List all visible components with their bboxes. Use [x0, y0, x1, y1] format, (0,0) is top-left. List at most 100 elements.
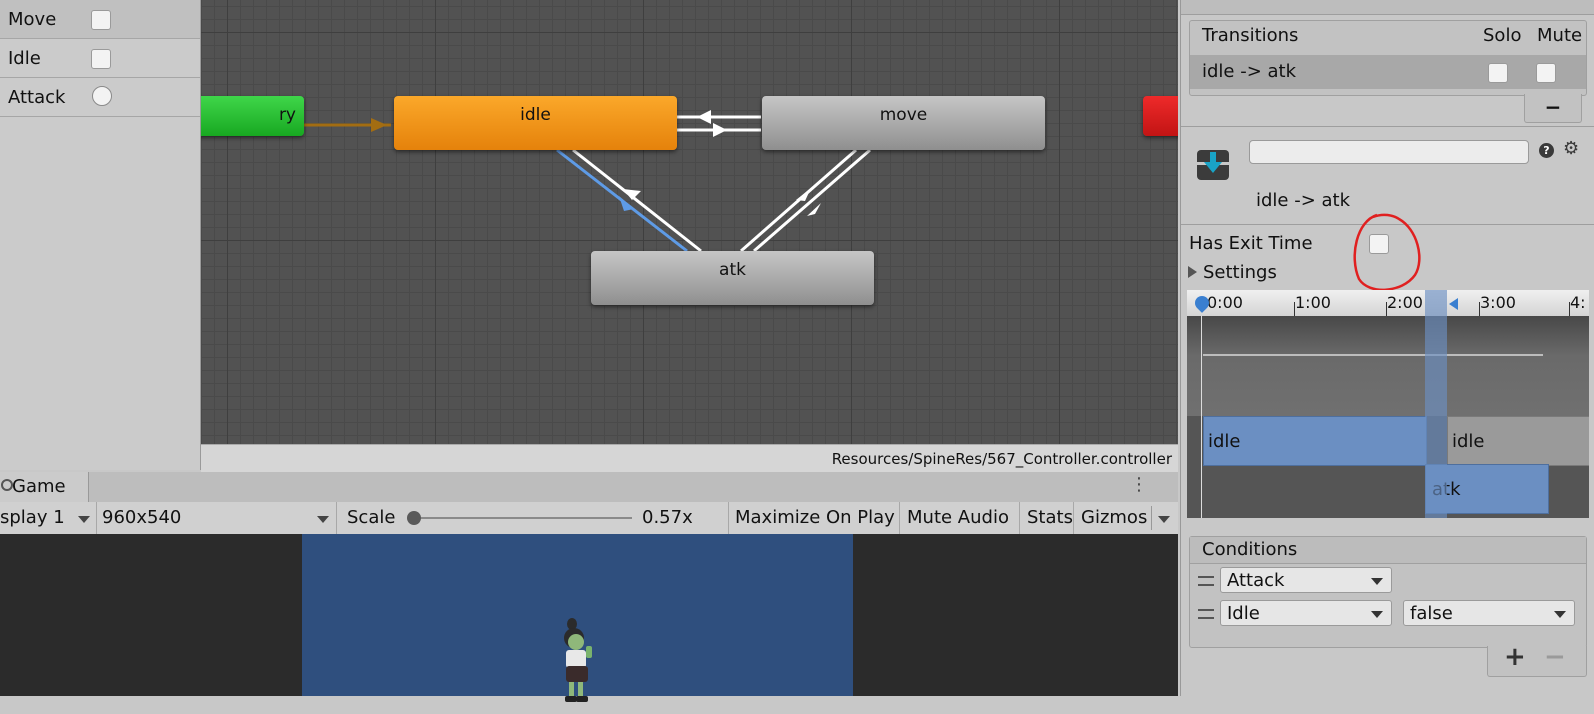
- chevron-down-icon: [78, 516, 90, 523]
- condition-value: false: [1410, 603, 1453, 624]
- conditions-footer: + −: [1487, 642, 1587, 677]
- conditions-header: Conditions: [1202, 539, 1298, 560]
- mute-audio-button[interactable]: Mute Audio: [901, 502, 1020, 534]
- inspector-top-strip: [1181, 0, 1594, 15]
- condition-value-dropdown[interactable]: false: [1403, 600, 1575, 626]
- resolution-value: 960x540: [102, 507, 182, 528]
- chevron-down-icon: [1158, 516, 1170, 523]
- transitions-header: Transitions: [1202, 25, 1299, 46]
- more-options-icon[interactable]: ⋮: [1130, 476, 1148, 494]
- transition-timeline[interactable]: 0:00 1:00 2:00 3:00 4: idle idle atk: [1187, 290, 1589, 518]
- transition-asset-icon: [1197, 150, 1229, 180]
- gizmos-label: Gizmos: [1081, 507, 1148, 528]
- parameter-row-idle[interactable]: Idle: [0, 39, 200, 78]
- source-clip-label: idle: [1208, 431, 1241, 452]
- gear-icon[interactable]: ⚙: [1563, 140, 1579, 158]
- timeline-ruler: 0:00 1:00 2:00 3:00 4:: [1187, 290, 1589, 316]
- expand-triangle-icon[interactable]: [1188, 266, 1197, 278]
- settings-foldout[interactable]: Settings: [1203, 262, 1277, 283]
- state-label: move: [879, 105, 928, 125]
- weight-curve: [1203, 354, 1543, 356]
- animator-graph[interactable]: ry idle move atk: [201, 0, 1178, 444]
- parameter-bool-checkbox[interactable]: [91, 49, 111, 69]
- scale-slider-thumb[interactable]: [407, 511, 421, 525]
- add-condition-button[interactable]: +: [1504, 642, 1526, 672]
- maximize-label: Maximize On Play: [735, 507, 895, 528]
- mute-checkbox[interactable]: [1536, 63, 1556, 83]
- gizmos-dropdown[interactable]: Gizmos: [1075, 502, 1178, 534]
- transition-title: idle -> atk: [1256, 190, 1351, 211]
- timeline-curve-area: [1187, 316, 1589, 416]
- stats-button[interactable]: Stats: [1021, 502, 1074, 534]
- state-label: idle: [520, 105, 551, 125]
- help-icon[interactable]: ?: [1539, 143, 1554, 158]
- parameter-row-move[interactable]: Move: [0, 0, 200, 39]
- divider: [1181, 126, 1594, 127]
- parameters-panel: Move Idle Attack: [0, 0, 201, 470]
- solo-header: Solo: [1483, 25, 1522, 46]
- red-circle-annotation: [1353, 213, 1421, 292]
- remove-transition-button[interactable]: −: [1524, 94, 1582, 123]
- transition-row-label: idle -> atk: [1202, 61, 1297, 82]
- drag-handle-icon[interactable]: [1198, 609, 1214, 619]
- tick-label: 4:: [1570, 293, 1586, 312]
- parameter-bool-checkbox[interactable]: [91, 10, 111, 30]
- conditions-header-bar: Conditions: [1190, 537, 1586, 564]
- next-clip-label: idle: [1452, 431, 1485, 452]
- chevron-down-icon: [1371, 611, 1383, 618]
- transition-row[interactable]: idle -> atk: [1190, 55, 1586, 89]
- character-sprite: [564, 618, 592, 702]
- inspector-panel: Transitions Solo Mute idle -> atk − ? ⚙ …: [1180, 0, 1594, 696]
- remove-symbol: −: [1544, 95, 1562, 119]
- transition-end-marker-icon[interactable]: [1449, 298, 1458, 310]
- condition-param-dropdown[interactable]: Attack: [1220, 567, 1392, 593]
- display-dropdown[interactable]: splay 1: [0, 502, 97, 534]
- next-clip-bar[interactable]: idle: [1447, 416, 1589, 466]
- game-tab-bar: ⋮: [0, 472, 1178, 503]
- source-clip-bar[interactable]: idle: [1203, 416, 1427, 466]
- tick-mark: [1569, 302, 1570, 316]
- scale-value: 0.57x: [642, 507, 693, 528]
- condition-param-dropdown[interactable]: Idle: [1220, 600, 1392, 626]
- mute-label: Mute Audio: [907, 507, 1009, 528]
- game-toolbar: splay 1 960x540 Scale 0.57x Maximize On …: [0, 502, 1178, 535]
- tick-mark: [1294, 302, 1295, 316]
- transitions-list: Transitions Solo Mute idle -> atk: [1189, 20, 1587, 96]
- remove-condition-button[interactable]: −: [1544, 642, 1566, 672]
- resolution-dropdown[interactable]: 960x540: [97, 502, 337, 534]
- state-atk[interactable]: atk: [591, 251, 874, 305]
- transition-lines: [304, 110, 871, 253]
- entry-state[interactable]: ry: [201, 96, 304, 136]
- chevron-down-icon: [1371, 578, 1383, 585]
- parameter-name: Move: [8, 9, 57, 30]
- any-state[interactable]: [1143, 96, 1178, 136]
- scale-slider-track[interactable]: [414, 517, 632, 519]
- tick-label: 1:00: [1295, 293, 1331, 312]
- state-label: atk: [719, 260, 746, 280]
- scale-control: Scale 0.57x: [338, 502, 729, 534]
- maximize-on-play-button[interactable]: Maximize On Play: [729, 502, 900, 534]
- parameter-name: Attack: [8, 87, 66, 108]
- tick-mark: [1479, 302, 1480, 316]
- condition-param-value: Attack: [1227, 570, 1285, 591]
- drag-handle-icon[interactable]: [1198, 576, 1214, 586]
- solo-checkbox[interactable]: [1488, 63, 1508, 83]
- transition-blend-region[interactable]: [1425, 290, 1447, 518]
- entry-state-label: ry: [278, 105, 296, 125]
- tick-mark: [1386, 302, 1387, 316]
- has-exit-time-label: Has Exit Time: [1189, 233, 1313, 254]
- conditions-list: Conditions Attack Idle false: [1189, 536, 1587, 648]
- controller-path-bar: Resources/SpineRes/567_Controller.contro…: [201, 444, 1178, 473]
- transition-name-field[interactable]: [1249, 140, 1529, 164]
- game-viewport[interactable]: [302, 534, 853, 702]
- chevron-down-icon: [1554, 611, 1566, 618]
- game-tab-label: Game: [12, 476, 66, 497]
- state-move[interactable]: move: [762, 96, 1045, 150]
- game-tab[interactable]: Game: [0, 472, 89, 503]
- playhead-line: [1201, 316, 1202, 518]
- state-idle[interactable]: idle: [394, 96, 677, 150]
- display-value: splay 1: [0, 507, 65, 528]
- parameter-row-attack[interactable]: Attack: [0, 78, 200, 117]
- mute-header: Mute: [1537, 25, 1583, 46]
- parameter-trigger-radio[interactable]: [92, 86, 112, 106]
